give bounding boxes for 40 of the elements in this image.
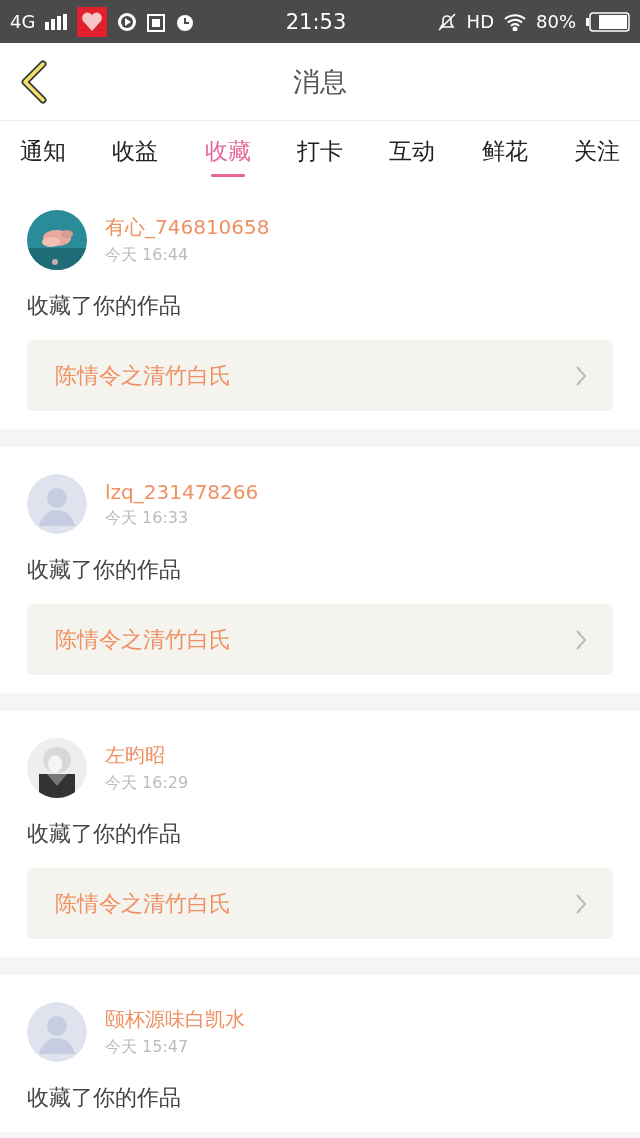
message-text: 收藏了你的作品 [27, 556, 182, 584]
work-link[interactable]: 陈情令之清竹白氏 [27, 340, 613, 411]
signal-icon [45, 13, 68, 30]
message-text: 收藏了你的作品 [27, 1084, 182, 1112]
message-text: 收藏了你的作品 [27, 820, 182, 848]
tab[interactable]: 关注 [561, 124, 632, 180]
back-chevron-icon [19, 60, 49, 104]
user-name[interactable]: lzq_231478266 [105, 479, 259, 504]
message-time: 今天 16:29 [105, 773, 189, 794]
tab[interactable]: 打卡 [285, 124, 355, 180]
work-link[interactable]: 陈情令之清竹白氏 [27, 868, 613, 939]
work-link[interactable]: 陈情令之清竹白氏 [27, 604, 613, 675]
clock: 21:53 [285, 9, 347, 34]
tab[interactable]: 通知 [8, 124, 78, 180]
avatar-icon [27, 1002, 87, 1062]
message-time: 今天 16:44 [105, 245, 190, 266]
chevron-right-icon [575, 364, 587, 387]
play-icon [117, 11, 138, 32]
app-icon [77, 6, 108, 37]
message-time: 今天 15:47 [105, 1037, 190, 1058]
tab[interactable]: 收益 [100, 124, 171, 180]
muted-bell-icon [436, 11, 457, 32]
chevron-right-icon [575, 628, 587, 651]
message-time: 今天 16:33 [105, 507, 190, 529]
tab[interactable]: 收藏 [192, 124, 263, 180]
user-name[interactable]: 颐杯源味白凯水 [105, 1006, 245, 1033]
message-text: 收藏了你的作品 [27, 292, 182, 320]
tab[interactable]: 鲜花 [469, 124, 540, 180]
page-title: 消息 [293, 64, 347, 99]
battery-icon [586, 11, 630, 32]
network-type: 4G [10, 11, 36, 32]
hd-label: HD [466, 11, 494, 32]
avatar-icon [27, 474, 87, 534]
chevron-right-icon [575, 892, 587, 915]
wifi-icon [504, 12, 526, 31]
user-name[interactable]: 有心_746810658 [105, 214, 270, 241]
user-name[interactable]: 左昀昭 [105, 742, 189, 769]
tab[interactable]: 互动 [377, 124, 448, 180]
s-box-icon [147, 11, 166, 32]
battery-percent: 80% [536, 11, 576, 32]
